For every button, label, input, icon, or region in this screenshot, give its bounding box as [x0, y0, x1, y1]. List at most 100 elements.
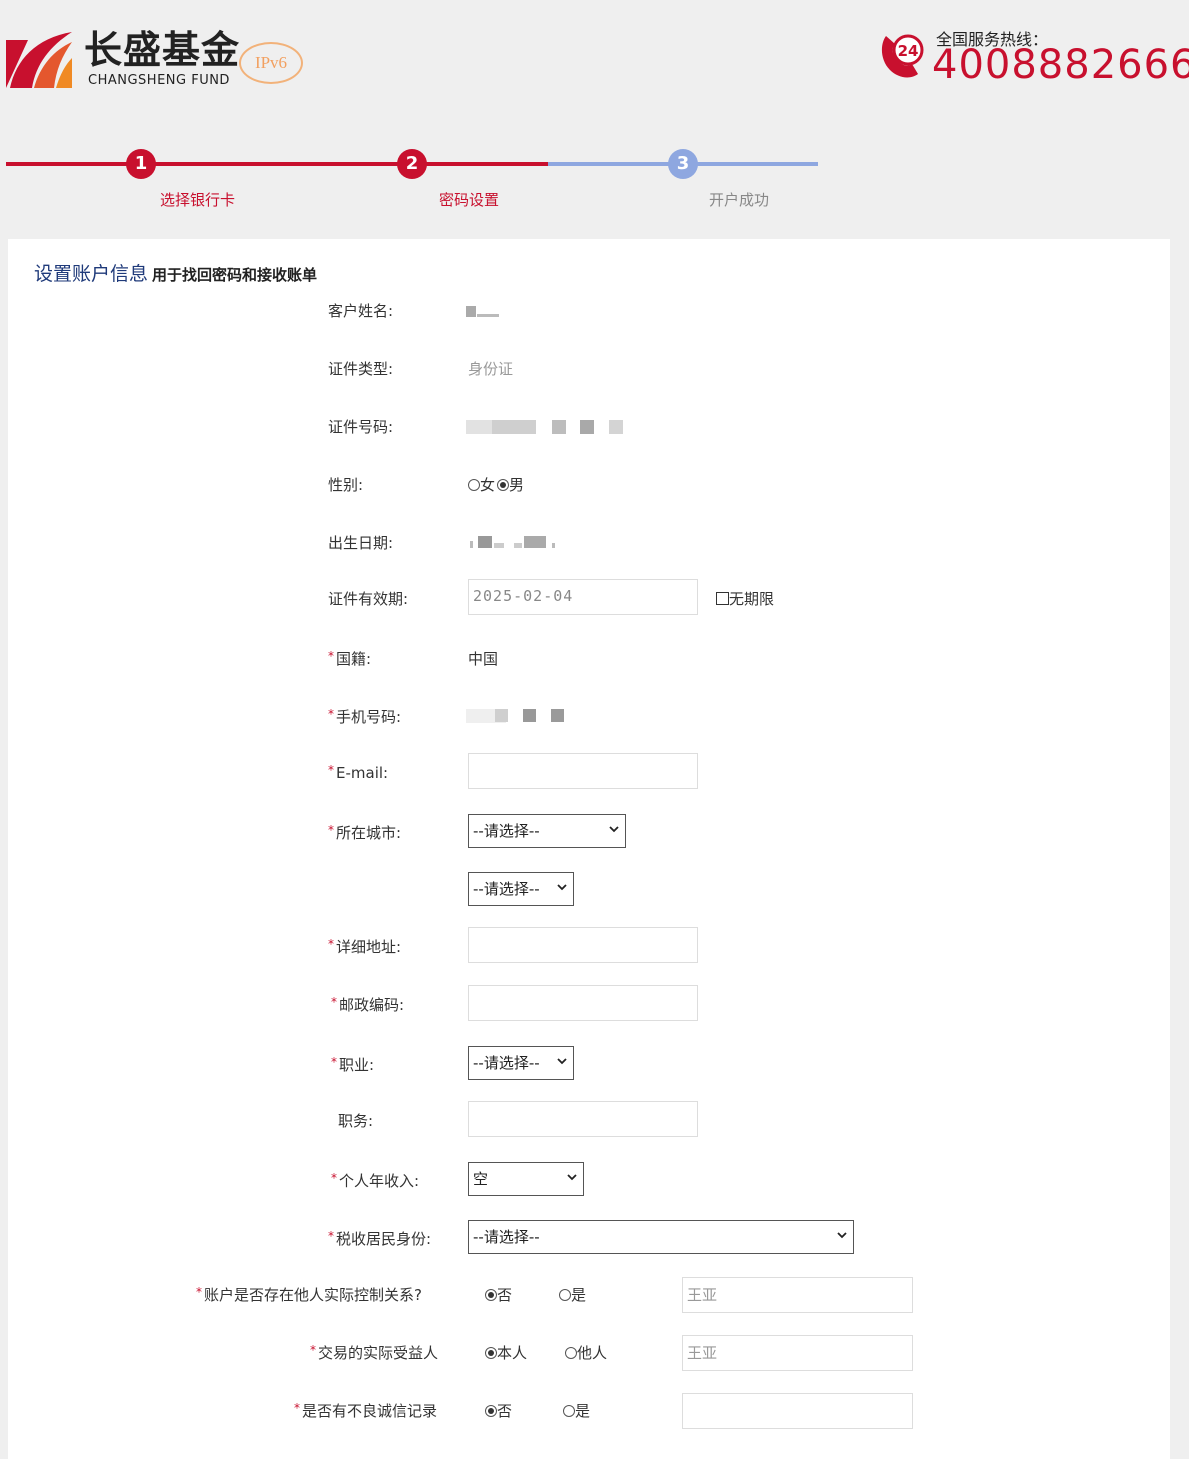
occupation-label-text: 职业: [339, 1056, 375, 1074]
credit-no-label: 否 [497, 1402, 513, 1420]
ipv6-badge: IPv6 [239, 42, 303, 84]
row-nationality: * 国籍: 中国 [8, 639, 1170, 679]
row-mobile: * 手机号码: [8, 697, 1170, 737]
beneficiary-self-radio[interactable] [485, 1347, 497, 1359]
control-no-option[interactable]: 否 [485, 1275, 512, 1315]
brand-logo[interactable]: 长盛基金 CHANGSHENG FUND IPv6 [6, 26, 306, 92]
gender-male-radio[interactable] [497, 479, 510, 491]
progress-line-done [6, 162, 548, 166]
row-name: 客户姓名: [8, 291, 1170, 331]
email-label-text: E-mail: [336, 764, 389, 782]
control-label-text: 账户是否存在他人实际控制关系? [204, 1286, 422, 1304]
beneficiary-label: * 交易的实际受益人 [310, 1333, 438, 1373]
email-input[interactable] [468, 753, 698, 789]
credit-no-radio[interactable] [485, 1405, 497, 1417]
income-select[interactable]: 空 [468, 1162, 584, 1196]
beneficiary-other-option[interactable]: 他人 [565, 1333, 607, 1373]
hotline-number: 4008882666 [932, 42, 1189, 88]
gender-female-label: 女 [480, 476, 496, 494]
control-no-radio[interactable] [485, 1289, 497, 1301]
row-id-type: 证件类型: 身份证 [8, 349, 1170, 389]
credit-yes-radio[interactable] [563, 1405, 575, 1417]
beneficiary-person-input[interactable]: 王亚 [682, 1335, 913, 1371]
city-label: * 所在城市: [328, 813, 401, 853]
occupation-label: * 职业: [331, 1045, 374, 1085]
gender-male-label: 男 [509, 476, 525, 494]
no-expiry-option[interactable]: 无期限 [716, 579, 774, 619]
no-expiry-label: 无期限 [729, 590, 775, 608]
city-select[interactable]: --请选择-- [468, 872, 574, 906]
chevron-down-icon [609, 826, 619, 833]
address-input[interactable] [468, 927, 698, 963]
position-label: 职务: [338, 1112, 374, 1130]
name-label: 客户姓名: [328, 302, 394, 320]
account-info-card: 设置账户信息 用于找回密码和接收账单 客户姓名: 证件类型: 身份证 证件号码: … [8, 239, 1170, 1459]
step-2-label: 密码设置 [439, 191, 500, 209]
gender-label: 性别: [328, 476, 364, 494]
id-type-value: 身份证 [468, 360, 514, 378]
credit-detail-input[interactable] [682, 1393, 913, 1429]
brand-name-en: CHANGSHENG FUND [88, 73, 230, 88]
required-mark: * [294, 1401, 300, 1415]
control-yes-label: 是 [571, 1286, 587, 1304]
row-position: 职务: [8, 1101, 1170, 1141]
postcode-input[interactable] [468, 985, 698, 1021]
required-mark: * [328, 707, 334, 721]
control-no-label: 否 [497, 1286, 513, 1304]
control-label: * 账户是否存在他人实际控制关系? [196, 1275, 422, 1315]
control-yes-option[interactable]: 是 [559, 1275, 586, 1315]
credit-no-option[interactable]: 否 [485, 1391, 512, 1431]
id-valid-input[interactable]: 2025-02-04 [468, 579, 698, 615]
progress-steps: 1 选择银行卡 2 密码设置 3 开户成功 [0, 140, 830, 220]
required-mark: * [331, 1171, 337, 1185]
row-birth: 出生日期: [8, 523, 1170, 563]
beneficiary-other-radio[interactable] [565, 1347, 577, 1359]
row-occupation: * 职业: --请选择-- [8, 1045, 1170, 1085]
control-yes-radio[interactable] [559, 1289, 571, 1301]
occupation-select[interactable]: --请选择-- [468, 1046, 574, 1080]
required-mark: * [328, 649, 334, 663]
tax-select-value: --请选择-- [473, 1228, 540, 1246]
province-select[interactable]: --请选择-- [468, 814, 626, 848]
position-input[interactable] [468, 1101, 698, 1137]
row-tax: * 税收居民身份: --请选择-- [8, 1219, 1170, 1259]
nationality-label-text: 国籍: [336, 650, 372, 668]
row-address: * 详细地址: [8, 927, 1170, 967]
id-type-label: 证件类型: [328, 360, 394, 378]
required-mark: * [328, 823, 334, 837]
row-city: * 所在城市: --请选择-- [8, 813, 1170, 853]
chevron-down-icon [567, 1174, 577, 1181]
income-label-text: 个人年收入: [339, 1172, 420, 1190]
credit-yes-option[interactable]: 是 [563, 1391, 590, 1431]
phone-24h-icon: 24 [881, 34, 924, 78]
beneficiary-other-label: 他人 [577, 1344, 608, 1362]
postcode-label: * 邮政编码: [331, 985, 404, 1025]
required-mark: * [196, 1285, 202, 1299]
row-id-number: 证件号码: [8, 407, 1170, 447]
step-2-dot: 2 [397, 149, 427, 179]
no-expiry-checkbox[interactable] [716, 592, 729, 605]
section-title: 设置账户信息 用于找回密码和接收账单 [34, 259, 317, 286]
address-label-text: 详细地址: [336, 938, 402, 956]
page-header: 长盛基金 CHANGSHENG FUND IPv6 24 全国服务热线： 400… [0, 0, 1189, 110]
mobile-label-text: 手机号码: [336, 708, 402, 726]
step-1-label: 选择银行卡 [160, 191, 236, 209]
service-hotline: 24 全国服务热线： 4008882666 [878, 24, 1189, 94]
row-gender: 性别: 女男 [8, 465, 1170, 505]
row-id-valid: 证件有效期: 2025-02-04 无期限 [8, 579, 1170, 619]
postcode-label-text: 邮政编码: [339, 996, 405, 1014]
required-mark: * [328, 937, 334, 951]
step-1-dot: 1 [126, 149, 156, 179]
row-beneficiary: * 交易的实际受益人 本人 他人 王亚 [8, 1333, 1170, 1373]
city-select-value: --请选择-- [473, 880, 540, 898]
row-email: * E-mail: [8, 753, 1170, 793]
control-person-input[interactable]: 王亚 [682, 1277, 913, 1313]
income-select-value: 空 [473, 1170, 489, 1188]
chevron-down-icon [557, 1058, 567, 1065]
beneficiary-self-option[interactable]: 本人 [485, 1333, 527, 1373]
tax-select[interactable]: --请选择-- [468, 1220, 854, 1254]
gender-female-radio[interactable] [468, 479, 480, 491]
section-title-text: 设置账户信息 [34, 263, 149, 285]
id-valid-label: 证件有效期: [328, 590, 409, 608]
chevron-down-icon [837, 1232, 847, 1239]
